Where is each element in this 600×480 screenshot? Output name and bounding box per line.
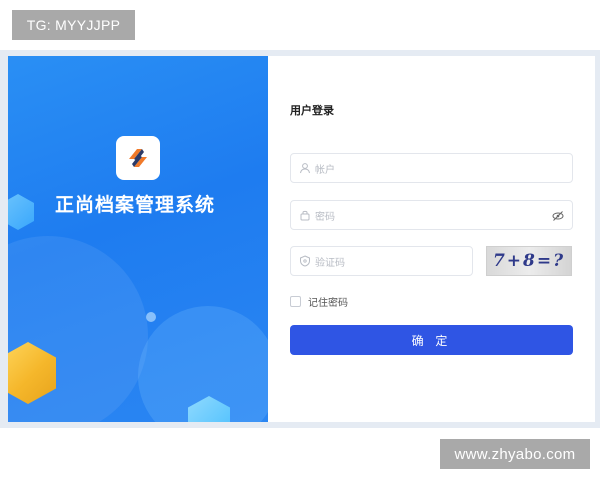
captcha-input[interactable]: 验证码 [290,246,473,276]
eye-off-icon[interactable] [552,210,564,222]
brand-panel [8,56,268,422]
shield-icon [300,255,310,267]
password-input[interactable]: 密码 [290,200,573,230]
app-title: 正尚档案管理系统 [54,194,215,216]
user-icon [300,163,310,174]
brand-logo-icon [116,136,160,180]
captcha-placeholder: 验证码 [315,257,345,269]
remember-checkbox[interactable] [290,296,301,307]
login-title: 用户登录 [290,104,334,117]
watermark-bottom: www.zhyabo.com [440,439,590,469]
lock-icon [300,210,310,221]
account-placeholder: 帐户 [315,164,335,176]
watermark-top: TG: MYYJJPP [12,10,135,40]
decor-dot [146,312,156,322]
submit-button[interactable]: 确 定 [290,325,573,355]
remember-password[interactable]: 记住密码 [290,294,348,309]
account-input[interactable]: 帐户 [290,153,573,183]
captcha-image[interactable]: 7+8=? [486,246,572,276]
remember-label: 记住密码 [308,298,348,309]
password-placeholder: 密码 [315,211,335,223]
